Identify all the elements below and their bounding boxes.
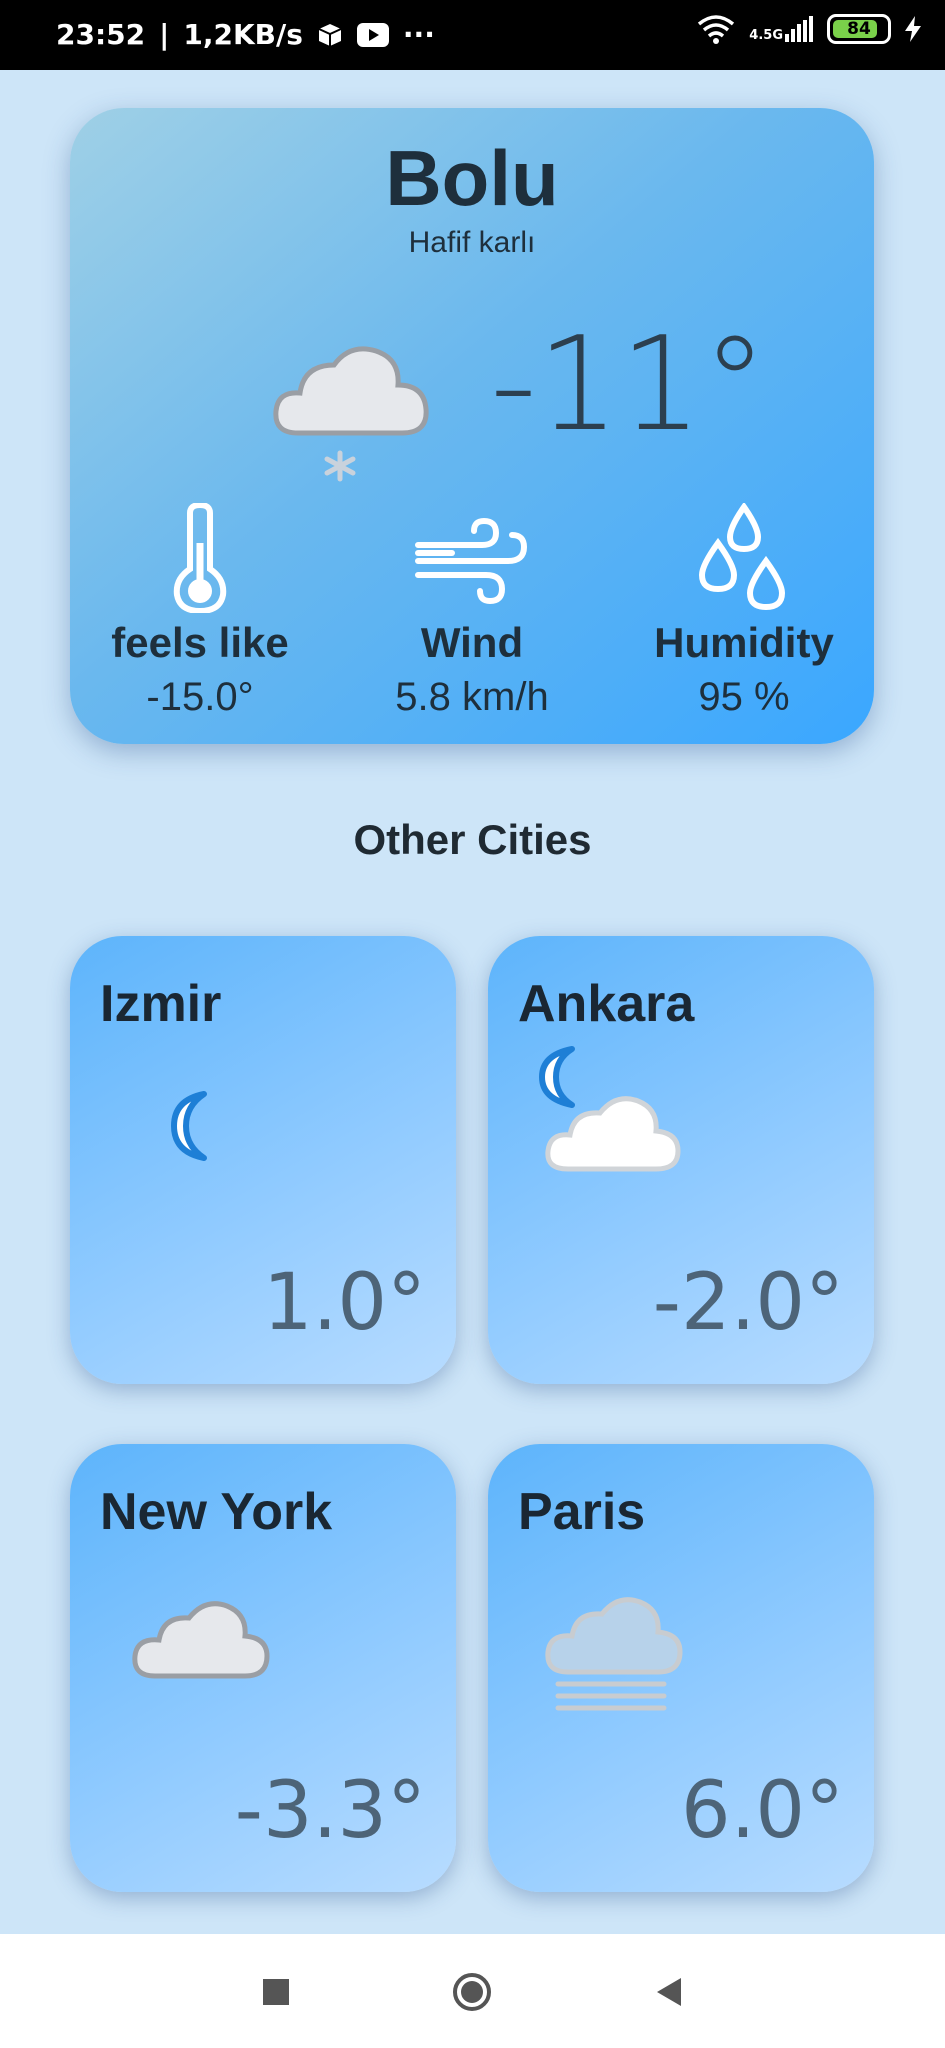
wind-stat: Wind 5.8 km/h	[342, 503, 602, 720]
triangle-back-icon	[657, 1978, 681, 2006]
net-speed: 1,2KB/s	[183, 18, 303, 51]
wind-value: 5.8 km/h	[395, 675, 549, 719]
humidity-drops-icon	[698, 503, 786, 611]
feels-like-value: -15.0°	[146, 675, 254, 719]
overflow-dots: ···	[402, 18, 435, 51]
city-card-name: New York	[100, 1483, 333, 1541]
humidity-label: Humidity	[654, 619, 834, 666]
status-time: 23:52	[56, 18, 146, 51]
charging-bolt-icon	[905, 16, 921, 42]
city-card-paris[interactable]: Paris 6.0°	[488, 1444, 874, 1892]
city-card-izmir[interactable]: Izmir 1.0°	[70, 936, 456, 1384]
city-card-temperature: 1.0°	[262, 1258, 426, 1348]
status-right: 4.5G 84	[697, 14, 921, 44]
city-card-new-york[interactable]: New York -3.3°	[70, 1444, 456, 1892]
back-button[interactable]	[648, 1972, 688, 2012]
city-card-temperature: 6.0°	[680, 1766, 844, 1856]
package-icon	[318, 23, 342, 46]
snow-cloud-icon	[273, 346, 429, 482]
signal-icon	[785, 16, 813, 42]
feels-like-label: feels like	[111, 619, 289, 666]
navigation-bar	[0, 1934, 945, 2048]
city-card-temperature: -3.3°	[234, 1766, 426, 1856]
feels-like-stat: feels like -15.0°	[70, 503, 330, 720]
wind-icon	[415, 517, 528, 605]
status-left: 23:52 | 1,2KB/s ···	[56, 18, 435, 51]
current-weather-description: Hafif karlı	[408, 226, 536, 259]
moon-icon	[171, 1091, 207, 1161]
square-icon	[263, 1979, 289, 2005]
network-indicator: 4.5G	[749, 16, 813, 42]
other-cities-title: Other Cities	[353, 816, 592, 863]
city-card-name: Izmir	[100, 975, 222, 1033]
network-type: 4.5G	[749, 28, 783, 43]
status-bar: 23:52 | 1,2KB/s ··· 4.5G 84	[0, 0, 945, 70]
city-card-name: Ankara	[518, 975, 695, 1033]
home-button[interactable]	[452, 1972, 492, 2012]
wind-label: Wind	[420, 619, 524, 666]
current-weather-card: Bolu Hafif karlı -11° feels like -15.0°	[70, 108, 874, 744]
circle-icon	[453, 1973, 491, 2011]
recents-button[interactable]	[256, 1972, 296, 2012]
battery-icon: 84	[827, 14, 891, 44]
battery-level: 84	[847, 19, 871, 39]
city-card-ankara[interactable]: Ankara -2.0°	[488, 936, 874, 1384]
current-city-name: Bolu	[385, 134, 559, 222]
current-temperature: -11°	[490, 308, 768, 460]
fog-icon	[545, 1597, 683, 1711]
cloud-icon	[132, 1601, 270, 1679]
city-card-name: Paris	[518, 1483, 646, 1541]
humidity-stat: Humidity 95 %	[614, 503, 874, 720]
thermometer-icon	[173, 503, 227, 613]
humidity-value: 95 %	[698, 675, 790, 719]
city-card-temperature: -2.0°	[652, 1258, 844, 1348]
wifi-icon	[698, 15, 735, 44]
moon-cloud-icon	[539, 1046, 681, 1172]
youtube-icon	[356, 22, 389, 47]
